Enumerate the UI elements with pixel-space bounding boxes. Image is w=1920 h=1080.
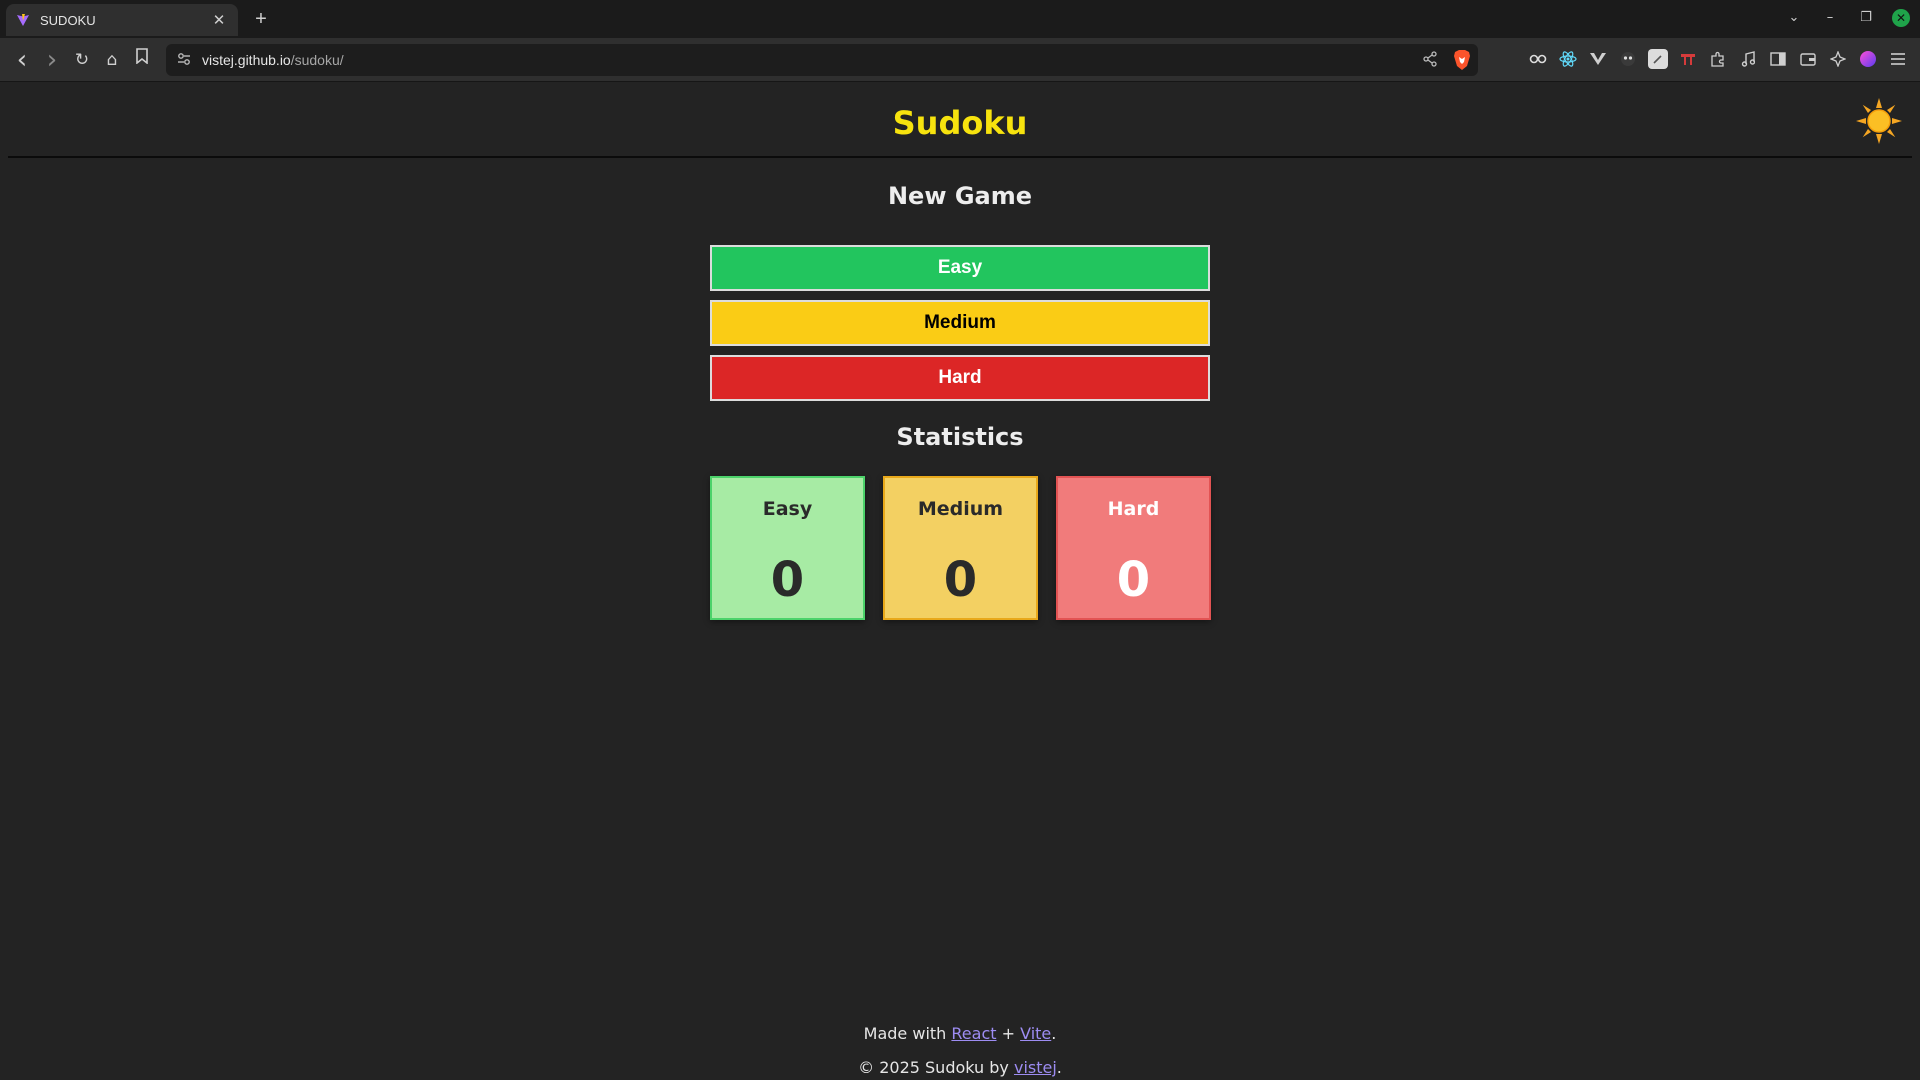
browser-tab[interactable]: SUDOKU ✕ [6, 4, 238, 36]
menu-icon[interactable] [1888, 49, 1908, 69]
stat-value: 0 [943, 552, 978, 608]
new-game-heading: New Game [887, 182, 1033, 210]
browser-tab-bar: SUDOKU ✕ + ⌄ – ❐ ✕ [0, 0, 1920, 38]
app-title: Sudoku [892, 104, 1028, 142]
leo-ai-icon[interactable] [1828, 49, 1848, 69]
react-link[interactable]: React [951, 1024, 996, 1043]
brave-shields-icon[interactable] [1452, 49, 1472, 71]
home-icon[interactable]: ⌂ [100, 48, 124, 72]
notes-icon[interactable] [1648, 49, 1668, 69]
theme-toggle-button[interactable] [1854, 96, 1904, 146]
puzzle-icon[interactable] [1708, 49, 1728, 69]
new-tab-button[interactable]: + [248, 6, 274, 32]
bookmark-icon[interactable] [130, 48, 154, 72]
profile-icon[interactable] [1858, 49, 1878, 69]
stat-card-easy: Easy 0 [710, 476, 865, 620]
url-host: vistej.github.io [202, 52, 291, 68]
vite-icon [16, 13, 30, 27]
footer-copyright: © 2025 Sudoku by vistej. [0, 1058, 1920, 1077]
wallet-icon[interactable] [1798, 49, 1818, 69]
sidebar-icon[interactable] [1768, 49, 1788, 69]
new-game-medium-button[interactable]: Medium [710, 300, 1210, 346]
page-content: Sudoku New Game Easy Medium Hard Statist… [0, 82, 1920, 1080]
reload-icon[interactable]: ↻ [70, 48, 94, 72]
tab-close-icon[interactable]: ✕ [210, 11, 228, 29]
sun-icon [1856, 98, 1902, 144]
tab-list-icon[interactable]: ⌄ [1784, 8, 1804, 28]
back-icon[interactable]: ‹ [10, 47, 34, 73]
footer-text: . [1051, 1024, 1057, 1043]
site-info-icon[interactable] [176, 51, 194, 69]
new-game-easy-button[interactable]: Easy [710, 245, 1210, 291]
browser-toolbar: ‹ › ↻ ⌂ vistej.github.io/sudoku/ [0, 38, 1920, 82]
minimize-icon[interactable]: – [1820, 8, 1840, 28]
react-devtools-icon[interactable] [1558, 49, 1578, 69]
privacy-icon[interactable] [1618, 49, 1638, 69]
stat-card-hard: Hard 0 [1056, 476, 1211, 620]
footer-text: Made with [863, 1024, 952, 1043]
new-game-hard-button[interactable]: Hard [710, 355, 1210, 401]
forward-icon[interactable]: › [40, 47, 64, 73]
stat-value: 0 [770, 552, 805, 608]
footer-text: . [1056, 1058, 1062, 1077]
stat-label: Hard [1107, 498, 1160, 520]
stat-value: 0 [1116, 552, 1151, 608]
reader-icon[interactable] [1528, 49, 1548, 69]
share-icon[interactable] [1422, 51, 1440, 69]
vue-icon[interactable] [1588, 49, 1608, 69]
statistics-heading: Statistics [896, 423, 1024, 451]
footer-text: © 2025 Sudoku by [858, 1058, 1014, 1077]
translate-icon[interactable] [1678, 49, 1698, 69]
maximize-icon[interactable]: ❐ [1856, 8, 1876, 28]
close-window-icon[interactable]: ✕ [1892, 9, 1910, 27]
music-icon[interactable] [1738, 49, 1758, 69]
footer-made-with: Made with React + Vite. [0, 1024, 1920, 1043]
address-bar[interactable]: vistej.github.io/sudoku/ [166, 44, 1478, 76]
vite-link[interactable]: Vite [1020, 1024, 1051, 1043]
footer-text: + [996, 1024, 1021, 1043]
app-header: Sudoku [8, 82, 1912, 158]
stat-label: Easy [762, 498, 813, 520]
author-link[interactable]: vistej [1014, 1058, 1057, 1077]
stat-label: Medium [917, 498, 1004, 520]
tab-title: SUDOKU [40, 12, 96, 28]
extensions-row [1528, 49, 1908, 69]
stat-card-medium: Medium 0 [883, 476, 1038, 620]
url-path: /sudoku/ [290, 52, 344, 68]
url-text[interactable]: vistej.github.io/sudoku/ [202, 52, 344, 68]
window-controls: ⌄ – ❐ ✕ [1784, 8, 1910, 28]
